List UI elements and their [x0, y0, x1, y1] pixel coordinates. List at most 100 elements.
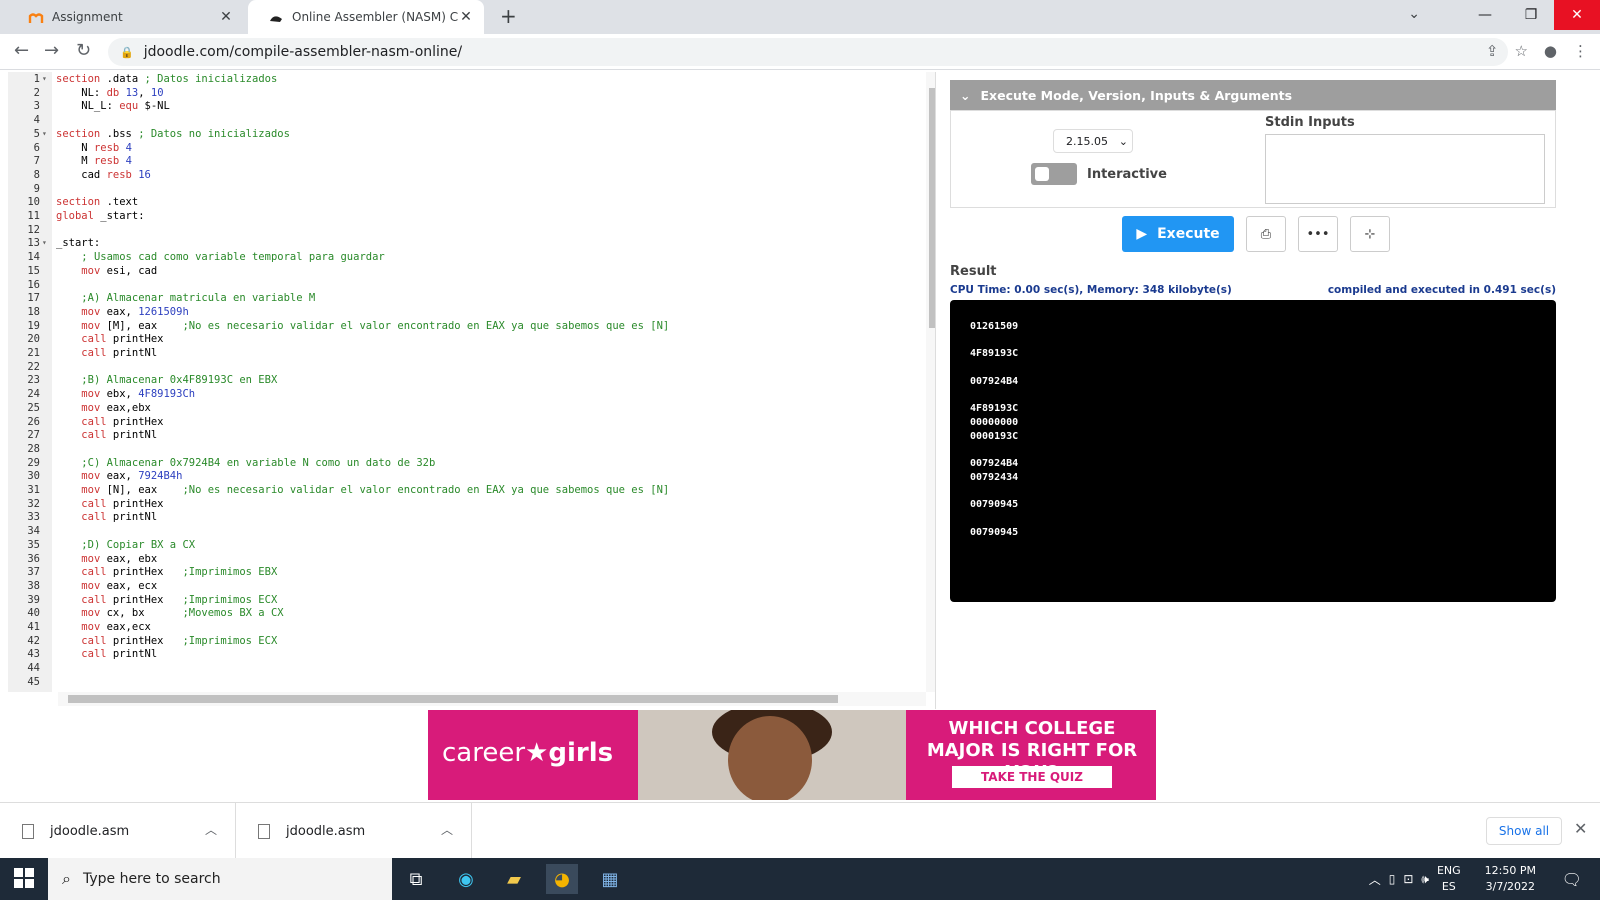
clock[interactable]: 12:50 PM 3/7/2022 [1485, 863, 1536, 895]
windows-start-icon[interactable] [14, 868, 34, 888]
scroll-thumb[interactable] [929, 88, 935, 328]
code-line[interactable]: 14 ; Usamos cad como variable temporal p… [8, 250, 928, 264]
taskbar-search[interactable]: ⌕ Type here to search [48, 858, 392, 900]
scroll-thumb[interactable] [68, 695, 838, 703]
code-line[interactable]: 13 ▾ _start: [8, 236, 928, 250]
code-line[interactable]: 25 mov eax,ebx [8, 401, 928, 415]
chrome-icon[interactable]: ◕ [546, 864, 578, 894]
code-line[interactable]: 40 mov cx, bx ;Movemos BX a CX [8, 606, 928, 620]
code-line[interactable]: 39 call printHex ;Imprimimos ECX [8, 593, 928, 607]
volume-icon[interactable]: 🕪 [1421, 872, 1429, 887]
execute-button[interactable]: ▶ Execute [1122, 216, 1234, 252]
code-line[interactable]: 22 [8, 360, 928, 374]
code-line[interactable]: 43 call printNl [8, 647, 928, 661]
minimize-icon[interactable]: — [1462, 0, 1508, 30]
code-line[interactable]: 26 call printHex [8, 415, 928, 429]
code-line[interactable]: 33 call printNl [8, 510, 928, 524]
new-tab-icon[interactable]: + [500, 4, 517, 28]
close-icon[interactable]: ✕ [1574, 819, 1587, 838]
collapse-button[interactable]: ⊹ [1350, 216, 1390, 252]
code-line[interactable]: 32 call printHex [8, 497, 928, 511]
code-line[interactable]: 18 mov eax, 1261509h [8, 305, 928, 319]
language-indicator[interactable]: ENG ES [1437, 863, 1461, 895]
code-line[interactable]: 15 mov esi, cad [8, 264, 928, 278]
code-line[interactable]: 19 mov [M], eax ;No es necesario validar… [8, 319, 928, 333]
chevron-up-icon[interactable]: ︿ [441, 821, 453, 838]
lock-icon[interactable]: 🔒 [120, 46, 134, 59]
close-tab-icon[interactable]: ✕ [458, 9, 474, 25]
calculator-icon[interactable]: ▦ [594, 864, 626, 894]
stdin-input[interactable] [1265, 134, 1545, 204]
code-line[interactable]: 24 mov ebx, 4F89193Ch [8, 387, 928, 401]
chevron-up-icon[interactable]: ︿ [1369, 871, 1381, 888]
tab-jdoodle[interactable]: Online Assembler (NASM) Comp ✕ [248, 0, 484, 34]
close-tab-icon[interactable]: ✕ [218, 9, 234, 25]
code-line[interactable]: 1 ▾ section .data ; Datos inicializados [8, 72, 928, 86]
code-line[interactable]: 12 [8, 223, 928, 237]
profile-icon[interactable]: ● [1544, 42, 1557, 60]
reload-icon[interactable]: ↻ [76, 40, 91, 61]
download-item[interactable]: jdoodle.asm ︿ [0, 803, 236, 859]
bookmark-star-icon[interactable]: ☆ [1514, 42, 1527, 60]
restore-icon[interactable]: ❐ [1508, 0, 1554, 30]
code-line[interactable]: 6 N resb 4 [8, 141, 928, 155]
code-line[interactable]: 21 call printNl [8, 346, 928, 360]
code-line[interactable]: 42 call printHex ;Imprimimos ECX [8, 634, 928, 648]
code-line[interactable]: 20 call printHex [8, 332, 928, 346]
task-view-icon[interactable]: ⧉ [400, 864, 432, 894]
code-line[interactable]: 30 mov eax, 7924B4h [8, 469, 928, 483]
notification-icon[interactable]: 🗨 [1562, 870, 1582, 889]
address-bar[interactable]: 🔒 jdoodle.com/compile-assembler-nasm-onl… [108, 38, 1508, 66]
fold-arrow-icon[interactable]: ▾ [42, 127, 47, 141]
editor-horizontal-scrollbar[interactable] [58, 692, 926, 706]
download-file-button[interactable]: ⎙ [1246, 216, 1286, 252]
file-explorer-icon[interactable]: ▰ [498, 864, 530, 894]
share-icon[interactable]: ⇪ [1486, 42, 1499, 60]
code-line[interactable]: 28 [8, 442, 928, 456]
code-line[interactable]: 9 [8, 182, 928, 196]
code-line[interactable]: 23 ;B) Almacenar 0x4F89193C en EBX [8, 373, 928, 387]
code-line[interactable]: 36 mov eax, ebx [8, 552, 928, 566]
code-line[interactable]: 4 [8, 113, 928, 127]
interactive-toggle[interactable] [1031, 163, 1077, 185]
more-options-button[interactable]: ••• [1298, 216, 1338, 252]
chevron-up-icon[interactable]: ︿ [205, 821, 217, 838]
code-line[interactable]: 16 [8, 278, 928, 292]
download-item[interactable]: jdoodle.asm ︿ [236, 803, 472, 859]
code-line[interactable]: 11 global _start: [8, 209, 928, 223]
back-icon[interactable]: ← [14, 40, 29, 61]
execute-options-header[interactable]: ⌄ Execute Mode, Version, Inputs & Argume… [950, 80, 1556, 110]
code-line[interactable]: 37 call printHex ;Imprimimos EBX [8, 565, 928, 579]
take-quiz-button[interactable]: TAKE THE QUIZ [952, 766, 1112, 788]
fold-arrow-icon[interactable]: ▾ [42, 236, 47, 250]
tab-search-icon[interactable]: ⌄ [1408, 6, 1420, 22]
code-line[interactable]: 5 ▾ section .bss ; Datos no inicializados [8, 127, 928, 141]
code-line[interactable]: 2 NL: db 13, 10 [8, 86, 928, 100]
code-line[interactable]: 44 [8, 661, 928, 675]
show-all-button[interactable]: Show all [1486, 817, 1562, 845]
ad-banner[interactable]: career★girls WHICH COLLEGE MAJOR IS RIGH… [428, 710, 1156, 800]
code-line[interactable]: 7 M resb 4 [8, 154, 928, 168]
code-line[interactable]: 27 call printNl [8, 428, 928, 442]
code-line[interactable]: 34 [8, 524, 928, 538]
code-line[interactable]: 29 ;C) Almacenar 0x7924B4 en variable N … [8, 456, 928, 470]
battery-icon[interactable]: ▯ [1389, 872, 1396, 886]
code-line[interactable]: 45 [8, 675, 928, 689]
network-icon[interactable]: ⊡ [1403, 872, 1413, 886]
code-line[interactable]: 35 ;D) Copiar BX a CX [8, 538, 928, 552]
code-line[interactable]: 17 ;A) Almacenar matricula en variable M [8, 291, 928, 305]
code-editor[interactable]: 1 ▾ section .data ; Datos inicializados 2 N… [8, 72, 936, 709]
code-line[interactable]: 3 NL_L: equ $-NL [8, 99, 928, 113]
menu-icon[interactable]: ⋮ [1573, 42, 1588, 60]
code-line[interactable]: 8 cad resb 16 [8, 168, 928, 182]
tab-assignment[interactable]: Assignment ✕ [8, 0, 244, 34]
forward-icon[interactable]: → [44, 40, 59, 61]
code-line[interactable]: 41 mov eax,ecx [8, 620, 928, 634]
editor-vertical-scrollbar[interactable] [926, 72, 935, 692]
code-line[interactable]: 38 mov eax, ecx [8, 579, 928, 593]
edge-icon[interactable]: ◉ [450, 864, 482, 894]
code-line[interactable]: 10 section .text [8, 195, 928, 209]
window-close-icon[interactable]: ✕ [1554, 0, 1600, 30]
code-line[interactable]: 31 mov [N], eax ;No es necesario validar… [8, 483, 928, 497]
fold-arrow-icon[interactable]: ▾ [42, 72, 47, 86]
